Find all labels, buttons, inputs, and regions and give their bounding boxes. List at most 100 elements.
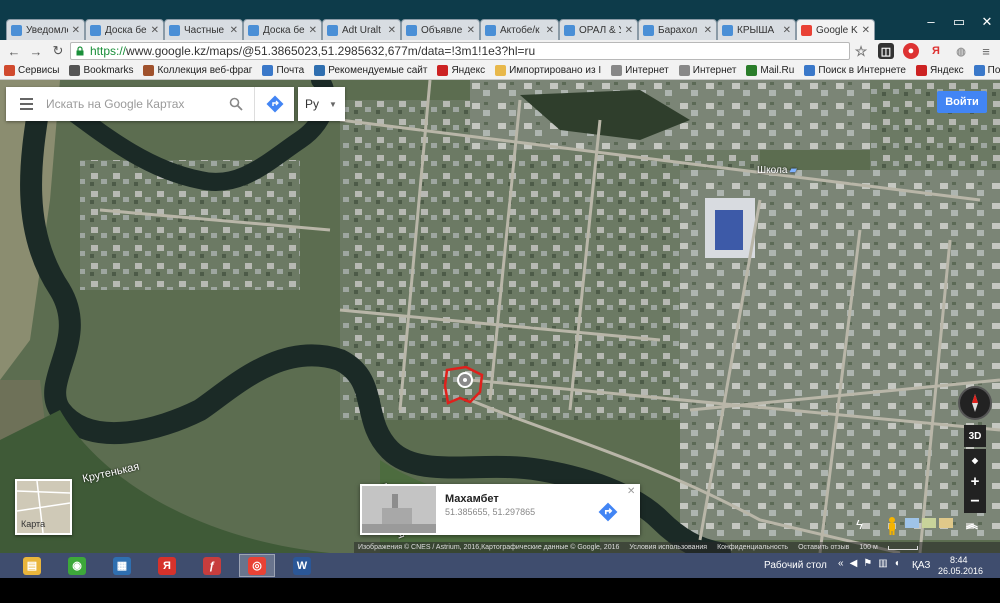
taskbar-app-app-green[interactable]: ◉	[59, 554, 95, 577]
bookmark-favicon-icon	[262, 65, 274, 76]
place-directions-icon[interactable]	[596, 500, 620, 524]
layer-thumb-icon[interactable]	[939, 518, 953, 528]
yandex-icon[interactable]: Я	[928, 43, 944, 59]
address-bar[interactable]: https://www.google.kz/maps/@51.3865023,5…	[70, 42, 850, 60]
desktop-toolbar-label[interactable]: Рабочий стол	[764, 560, 827, 571]
minimize-icon[interactable]: –	[924, 14, 938, 30]
login-button[interactable]: Войти	[937, 91, 987, 113]
taskbar-app-yandex-browser[interactable]: Я	[149, 554, 185, 577]
bookmark-label: Почта	[987, 65, 1000, 76]
privacy-link[interactable]: Конфиденциальность	[717, 544, 788, 551]
zoom-in-button[interactable]: +	[964, 470, 986, 492]
browser-tab[interactable]: Объявле ✕	[401, 19, 480, 40]
minimap-label: Карта	[21, 519, 46, 529]
lightning-icon[interactable]: ϟ	[856, 517, 863, 532]
bookmark-favicon-icon	[437, 65, 449, 76]
maximize-icon[interactable]: ▭	[952, 14, 966, 30]
hamburger-menu-icon[interactable]	[6, 87, 46, 121]
extension-icon[interactable]: ◫	[878, 43, 894, 59]
browser-tab[interactable]: Актобе/к ✕	[480, 19, 559, 40]
taskbar-app-chrome[interactable]: ◎	[239, 554, 275, 577]
pegman-icon[interactable]	[884, 516, 900, 536]
bookmark-item[interactable]: Интернет	[611, 65, 669, 76]
place-photo[interactable]	[362, 486, 436, 533]
bookmark-item[interactable]: Рекомендуемые сайт	[314, 65, 427, 76]
network-icon[interactable]: ▥	[878, 558, 887, 569]
tilt-icon[interactable]: ◆	[964, 449, 986, 471]
tab-close-icon[interactable]: ✕	[151, 25, 159, 36]
expand-icon[interactable]: ︽	[966, 515, 978, 532]
tab-close-icon[interactable]: ✕	[704, 25, 712, 36]
place-coordinates: 51.385655, 51.297865	[445, 507, 536, 517]
speaker-icon[interactable]: ◖	[894, 558, 900, 569]
tab-close-icon[interactable]: ✕	[546, 25, 554, 36]
volume-icon[interactable]: ◀	[850, 558, 858, 569]
bookmark-label: Сервисы	[18, 65, 60, 76]
browser-tab[interactable]: Уведомле ✕	[6, 19, 85, 40]
imagery-layers[interactable]	[905, 518, 953, 528]
browser-tab[interactable]: ОРАЛ & У ✕	[559, 19, 638, 40]
forward-icon[interactable]: →	[28, 43, 44, 59]
close-window-icon[interactable]: ✕	[980, 14, 994, 30]
location-pin-icon[interactable]	[457, 372, 473, 388]
map-type-toggle[interactable]: Карта	[15, 479, 72, 535]
bookmark-item[interactable]: Bookmarks	[69, 65, 133, 76]
bookmark-item[interactable]: Импортировано из I	[495, 65, 601, 76]
back-icon[interactable]: ←	[6, 43, 22, 59]
compass-icon[interactable]	[958, 386, 992, 420]
language-select[interactable]: Ру ▼	[298, 87, 345, 121]
taskbar-app-explorer[interactable]: ▤	[14, 554, 50, 577]
bookmark-item[interactable]: Поиск в Интернете	[804, 65, 906, 76]
browser-tab[interactable]: Adt Uralt ✕	[322, 19, 401, 40]
bookmark-item[interactable]: Яндекс	[915, 65, 964, 76]
tab-close-icon[interactable]: ✕	[388, 25, 396, 36]
tray-expand-icon[interactable]: «	[838, 558, 844, 569]
keyboard-language[interactable]: ҚАЗ	[912, 560, 930, 571]
tab-close-icon[interactable]: ✕	[862, 25, 870, 36]
bookmark-item[interactable]: Яндекс	[437, 65, 485, 76]
globe-icon[interactable]: ◍	[953, 43, 969, 59]
tab-close-icon[interactable]: ✕	[72, 25, 80, 36]
layer-thumb-icon[interactable]	[922, 518, 936, 528]
record-icon[interactable]: ●	[903, 43, 919, 59]
bookmark-item[interactable]: Почта	[973, 65, 1000, 76]
search-input[interactable]	[46, 89, 218, 119]
reload-icon[interactable]: ↻	[50, 43, 66, 59]
layer-thumb-icon[interactable]	[905, 518, 919, 528]
taskbar-app-app-flash[interactable]: ƒ	[194, 554, 230, 577]
zoom-out-button[interactable]: −	[964, 491, 986, 513]
tab-close-icon[interactable]: ✕	[309, 25, 317, 36]
tab-close-icon[interactable]: ✕	[467, 25, 475, 36]
clock-date[interactable]: 26.05.2016	[938, 566, 983, 576]
toggle-3d-button[interactable]: 3D	[964, 425, 986, 447]
terms-link[interactable]: Условия использования	[629, 544, 707, 551]
bookmark-item[interactable]: Интернет	[678, 65, 736, 76]
bookmark-item[interactable]: Почта	[262, 65, 304, 76]
taskbar-app-word[interactable]: W	[284, 554, 320, 577]
bookmark-star-icon[interactable]: ☆	[853, 43, 869, 59]
directions-icon[interactable]	[254, 87, 294, 121]
menu-icon[interactable]: ≡	[978, 43, 994, 59]
clock-time[interactable]: 8:44	[950, 555, 968, 565]
flag-icon[interactable]: ⚑	[863, 558, 872, 569]
feedback-link[interactable]: Оставить отзыв	[798, 544, 849, 551]
tab-close-icon[interactable]: ✕	[230, 25, 238, 36]
satellite-map[interactable]: Крутенькая Крутенькая	[0, 80, 1000, 553]
school-label[interactable]: Школа ▰	[757, 165, 797, 176]
browser-tab[interactable]: Доска бе ✕	[243, 19, 322, 40]
browser-tab[interactable]: Частные ✕	[164, 19, 243, 40]
close-icon[interactable]: ✕	[627, 486, 635, 497]
bookmark-item[interactable]: Коллекция веб-фраг	[143, 65, 252, 76]
chevron-down-icon: ▼	[329, 99, 337, 109]
tab-close-icon[interactable]: ✕	[783, 25, 791, 36]
browser-tab[interactable]: Доска бе ✕	[85, 19, 164, 40]
browser-tab[interactable]: Google K ✕	[796, 19, 875, 40]
tab-close-icon[interactable]: ✕	[625, 25, 633, 36]
satellite-imagery[interactable]	[0, 80, 1000, 553]
bookmark-item[interactable]: Сервисы	[4, 65, 59, 76]
taskbar-app-app-grid[interactable]: ▦	[104, 554, 140, 577]
search-icon[interactable]	[218, 87, 254, 121]
browser-tab[interactable]: Барахол ✕	[638, 19, 717, 40]
browser-tab[interactable]: КРЫША ✕	[717, 19, 796, 40]
bookmark-item[interactable]: Mail.Ru	[746, 65, 794, 76]
